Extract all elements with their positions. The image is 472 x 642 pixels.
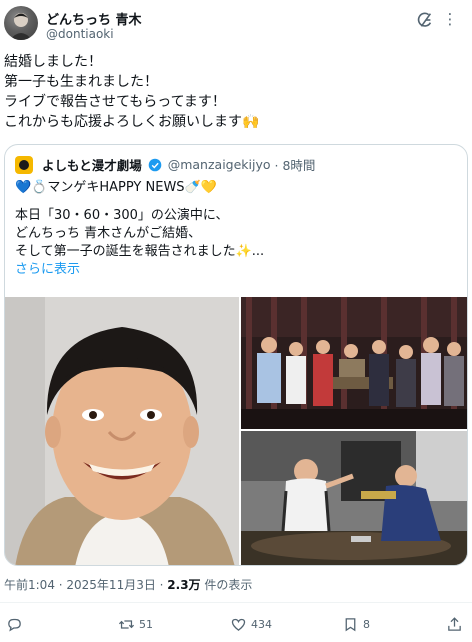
quoted-author-avatar [15, 155, 33, 174]
share-button[interactable] [446, 614, 463, 634]
quoted-line: 本日「30・60・300」の公演中に、 [15, 208, 229, 223]
share-icon [448, 616, 461, 631]
tweet-text: 結婚しました！ 第一子も生まれました！ ライブで報告させてもらってます！ これか… [4, 52, 464, 132]
quoted-tweet-header: よしもと漫才劇場 @manzaigekijyo · 8時間 [15, 155, 315, 175]
quoted-line: どんちっち 青木さんがご結婚、 [15, 226, 202, 241]
retweet-button[interactable]: 51 [118, 614, 153, 634]
retweet-icon [118, 619, 135, 629]
media-grid [5, 297, 467, 565]
quoted-author-name: よしもと漫才劇場 [41, 158, 142, 173]
bookmark-count: 8 [363, 617, 370, 631]
view-count: 2.3万 [167, 578, 201, 592]
author-handle[interactable]: @dontiaoki [46, 27, 114, 41]
like-count: 434 [251, 617, 272, 631]
tweet-timestamp[interactable]: 午前1:04 · 2025年11月3日 · [4, 578, 167, 592]
show-more-link[interactable]: さらに表示 [15, 261, 459, 279]
media-photo-portrait[interactable] [5, 297, 239, 565]
author-display-name[interactable]: どんちっち 青木 [46, 9, 142, 28]
quoted-line: そして第一子の誕生を報告されました✨... [15, 244, 265, 259]
tweet-meta: 午前1:04 · 2025年11月3日 · 2.3万 件の表示 [4, 576, 252, 593]
quoted-tweet-card[interactable]: よしもと漫才劇場 @manzaigekijyo · 8時間 💙💍マンゲキHAPP… [4, 144, 468, 566]
like-button[interactable]: 434 [230, 614, 272, 634]
bookmark-button[interactable]: 8 [342, 614, 370, 634]
divider [0, 602, 472, 603]
quoted-tweet-time: · 8時間 [274, 158, 316, 173]
grok-icon[interactable] [416, 11, 434, 29]
quoted-tweet-text: 💙💍マンゲキHAPPY NEWS🍼💛 本日「30・60・300」の公演中に、 ど… [15, 179, 459, 279]
retweet-count: 51 [139, 617, 153, 631]
verified-badge-icon [148, 158, 162, 171]
tweet-line: これからも応援よろしくお願いします🙌 [4, 114, 260, 130]
more-icon[interactable]: ⋮ [440, 9, 460, 29]
tweet-line: 結婚しました！ [4, 54, 102, 70]
reply-button[interactable] [6, 614, 27, 634]
quoted-author-handle: @manzaigekijyo [167, 157, 271, 172]
like-icon [231, 618, 246, 631]
tweet-line: 第一子も生まれました！ [4, 74, 158, 90]
action-bar: 51 434 8 [0, 610, 472, 638]
bookmark-icon [345, 617, 356, 631]
media-photo-group[interactable] [241, 297, 467, 429]
media-photo-table[interactable] [241, 431, 467, 565]
author-avatar[interactable] [4, 6, 38, 40]
view-count-suffix: 件の表示 [200, 578, 253, 592]
reply-icon [8, 618, 21, 632]
tweet-line: ライブで報告させてもらってます！ [4, 94, 226, 110]
tweet-header: どんちっち 青木 @dontiaoki ⋮ [4, 6, 468, 46]
quoted-line: 💙💍マンゲキHAPPY NEWS🍼💛 [15, 180, 217, 195]
